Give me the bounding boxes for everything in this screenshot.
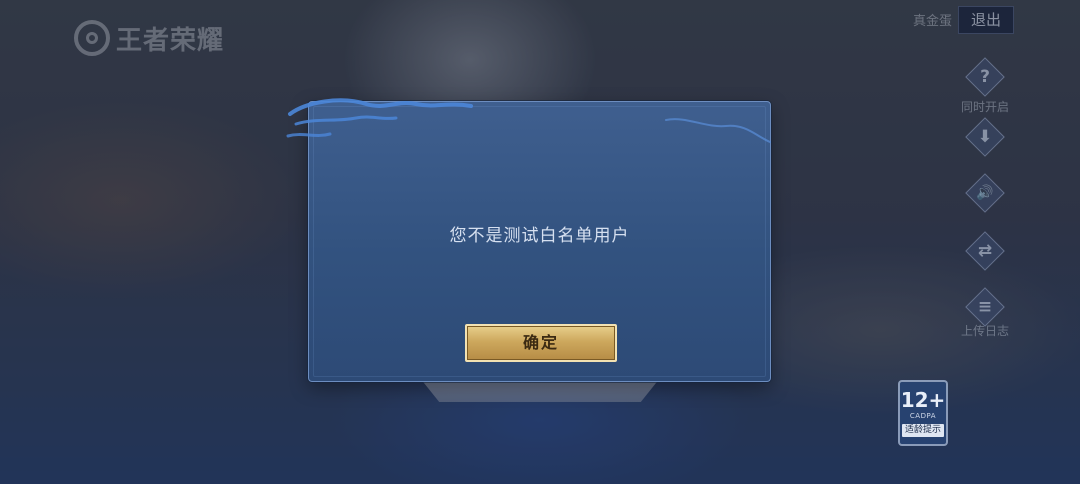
repair-button[interactable]: ⇄ [965,231,1005,271]
upload-log-label: 上传日志 [960,324,1009,338]
age-rating-tip: 适龄提示 [902,424,944,437]
speaker-icon: 🔊 [976,185,994,201]
notice-icon: ≡ [977,297,993,317]
logout-button[interactable]: 退出 [958,6,1014,34]
logo-emblem-icon [74,20,110,56]
help-label: 同时开启 [960,100,1009,114]
download-icon: ⬇ [977,127,993,147]
download-button[interactable]: ⬇ [965,117,1005,157]
sound-button[interactable]: 🔊 [965,173,1005,213]
dialog-swirl-decoration [286,98,771,143]
repair-icon: ⇄ [977,241,993,261]
help-button[interactable]: ? [965,57,1005,97]
logo-text: 王者荣耀 [116,25,225,56]
age-rating-org: CADPA [909,412,937,420]
confirm-button[interactable]: 确定 [465,324,617,362]
age-rating-badge[interactable]: 12+ CADPA 适龄提示 [898,380,948,446]
question-icon: ? [980,67,990,87]
game-logo: 王者荣耀 [74,18,224,58]
account-name: 真金蛋 [912,14,952,29]
age-rating-number: 12+ [900,388,946,412]
dialog-message: 您不是测试白名单用户 [449,226,630,246]
upload-log-button[interactable]: ≡ [965,287,1005,327]
